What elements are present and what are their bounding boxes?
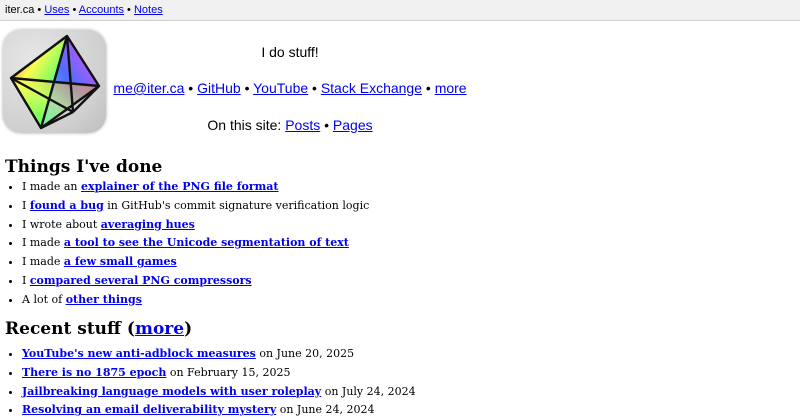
nav-separator: • <box>69 4 79 16</box>
item-text: I wrote about <box>22 217 101 231</box>
item-text: in GitHub's commit signature verificatio… <box>103 198 370 212</box>
post-date: on February 15, 2025 <box>166 365 291 379</box>
item-link[interactable]: compared several PNG compressors <box>30 274 252 287</box>
link-separator: • <box>320 117 333 133</box>
list-item: I made a tool to see the Unicode segment… <box>22 234 369 253</box>
list-item: I compared several PNG compressors <box>22 272 369 291</box>
post-link[interactable]: Resolving an email deliverability myster… <box>22 403 276 416</box>
item-text: I <box>22 273 30 287</box>
list-item: Jailbreaking language models with user r… <box>22 383 416 402</box>
item-link[interactable]: averaging hues <box>101 218 195 231</box>
list-item: YouTube's new anti-adblock measures on J… <box>22 345 416 364</box>
posts-link[interactable]: Posts <box>285 117 320 133</box>
list-item: There is no 1875 epoch on February 15, 2… <box>22 364 416 383</box>
site-name: iter.ca <box>5 4 35 16</box>
post-date: on June 24, 2024 <box>276 403 375 417</box>
list-item: A lot of other things <box>22 291 369 310</box>
list-item: I wrote about averaging hues <box>22 216 369 235</box>
item-link[interactable]: explainer of the PNG file format <box>81 180 278 193</box>
item-link[interactable]: a few small games <box>64 255 177 268</box>
list-item: Resolving an email deliverability myster… <box>22 401 416 420</box>
nav-separator: • <box>34 4 45 16</box>
octahedron-logo-icon <box>3 30 106 133</box>
list-item: I found a bug in GitHub's commit signatu… <box>22 197 369 216</box>
item-link[interactable]: other things <box>66 293 142 306</box>
nav-link-uses[interactable]: Uses <box>44 4 69 16</box>
post-date: on June 20, 2025 <box>255 347 355 360</box>
item-text: I made <box>22 236 64 250</box>
recent-stuff-heading: Recent stuff (more) <box>5 319 192 339</box>
list-item: I made an explainer of the PNG file form… <box>22 178 369 197</box>
recent-posts-list: YouTube's new anti-adblock measures on J… <box>5 345 416 420</box>
octahedron-logo-svg <box>9 34 101 130</box>
things-done-heading: Things I've done <box>5 157 163 177</box>
github-link[interactable]: GitHub <box>197 80 241 96</box>
link-separator: • <box>240 80 254 96</box>
item-text: A lot of <box>22 292 66 306</box>
item-text: I made an <box>22 180 82 193</box>
post-date: on July 24, 2024 <box>321 384 416 398</box>
pages-link[interactable]: Pages <box>333 117 373 133</box>
link-separator: • <box>308 80 321 96</box>
nav-separator: • <box>124 4 134 16</box>
stack-exchange-link[interactable]: Stack Exchange <box>321 80 422 96</box>
email-link[interactable]: me@iter.ca <box>113 80 184 96</box>
top-nav-bar: iter.ca • Uses • Accounts • Notes <box>0 0 800 21</box>
heading-text: Recent stuff ( <box>5 319 135 339</box>
tagline: I do stuff! <box>261 44 319 60</box>
site-links: On this site: Posts • Pages <box>110 117 470 133</box>
link-separator: • <box>422 80 435 96</box>
nav-link-accounts[interactable]: Accounts <box>79 4 124 16</box>
youtube-link[interactable]: YouTube <box>253 80 308 96</box>
recent-more-link[interactable]: more <box>135 319 184 339</box>
post-link[interactable]: There is no 1875 epoch <box>22 366 166 379</box>
more-accounts-link[interactable]: more <box>435 80 467 96</box>
site-links-label: On this site: <box>207 117 286 133</box>
list-item: I made a few small games <box>22 253 369 272</box>
nav-link-notes[interactable]: Notes <box>134 4 163 16</box>
post-link[interactable]: Jailbreaking language models with user r… <box>22 385 321 398</box>
item-link[interactable]: found a bug <box>30 199 104 212</box>
contact-links: me@iter.ca • GitHub • YouTube • Stack Ex… <box>110 80 470 96</box>
heading-text: ) <box>184 319 193 339</box>
item-text: I <box>22 198 30 212</box>
things-done-list: I made an explainer of the PNG file form… <box>5 178 369 310</box>
item-text: I made <box>22 255 64 269</box>
item-link[interactable]: a tool to see the Unicode segmentation o… <box>64 236 349 249</box>
link-separator: • <box>184 80 198 96</box>
post-link[interactable]: YouTube's new anti-adblock measures <box>22 347 256 360</box>
